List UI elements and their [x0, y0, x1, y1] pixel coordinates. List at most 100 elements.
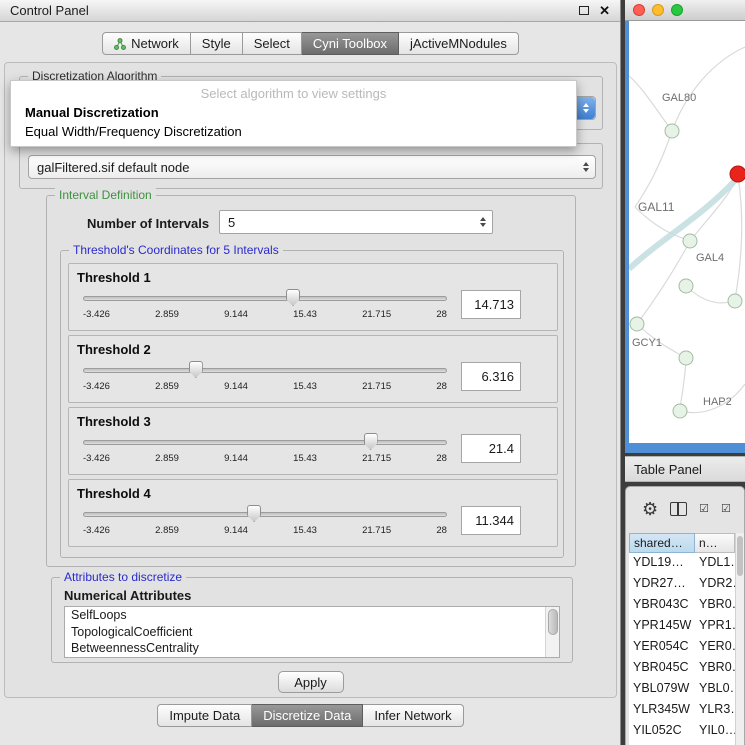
scrollbar-thumb[interactable] — [737, 536, 743, 576]
select-all-checkbox-icon[interactable]: ☑ — [699, 504, 709, 515]
cell[interactable]: YER0… — [695, 637, 735, 658]
column-header-name[interactable]: n… — [695, 533, 735, 553]
number-of-intervals-spinner[interactable]: 5 — [219, 210, 493, 234]
zoom-traffic-light[interactable] — [671, 4, 683, 16]
network-node[interactable] — [683, 234, 697, 248]
scrollbar-thumb[interactable] — [548, 609, 558, 635]
cell[interactable]: YBL079W — [629, 679, 695, 700]
gear-icon[interactable]: ⚙ — [642, 500, 658, 518]
network-node[interactable] — [630, 317, 644, 331]
threshold-4-slider[interactable]: -3.4262.8599.14415.4321.71528 — [83, 502, 447, 538]
cell[interactable]: YDR2… — [695, 574, 735, 595]
tick-label: 2.859 — [155, 453, 179, 464]
column-header-shared-name[interactable]: shared… — [629, 533, 695, 553]
cell[interactable]: YBR045C — [629, 658, 695, 679]
selected-network-node[interactable] — [730, 166, 745, 182]
slider-thumb[interactable] — [189, 361, 203, 378]
tab-network[interactable]: Network — [102, 32, 191, 55]
threshold-4-value[interactable]: 11.344 — [461, 506, 521, 535]
tick-label: 28 — [436, 453, 447, 464]
threshold-3-panel: Threshold 3 -3.4262.8599.14415.4321.7152… — [68, 407, 558, 475]
bottom-tab-bar: Impute Data Discretize Data Infer Networ… — [0, 704, 621, 727]
table-row[interactable]: YDL19…YDL1… — [629, 553, 735, 574]
combo-arrows-icon[interactable] — [577, 97, 595, 119]
combo-arrows-icon[interactable] — [577, 156, 595, 178]
slider-thumb[interactable] — [247, 505, 261, 522]
cell[interactable]: YPR1… — [695, 616, 735, 637]
cell[interactable]: YDR27… — [629, 574, 695, 595]
table-data-group: Table Data galFiltered.sif default node — [19, 143, 603, 189]
table-row[interactable]: YDR27…YDR2… — [629, 574, 735, 595]
cell[interactable]: YIL0… — [695, 721, 735, 742]
table-row[interactable]: YBR045CYBR0… — [629, 658, 735, 679]
cell[interactable]: YBR0… — [695, 595, 735, 616]
threshold-2-label: Threshold 2 — [77, 342, 549, 357]
minimize-traffic-light[interactable] — [652, 4, 664, 16]
slider-tick-labels: -3.4262.8599.14415.4321.71528 — [83, 453, 447, 464]
cell[interactable]: YBR0… — [695, 658, 735, 679]
table-panel-header: Table Panel — [625, 456, 745, 482]
tab-cyni-toolbox[interactable]: Cyni Toolbox — [302, 32, 399, 55]
attributes-list[interactable]: SelfLoops TopologicalCoefficient Between… — [64, 606, 560, 658]
network-node[interactable] — [665, 124, 679, 138]
cell[interactable]: YDL1… — [695, 553, 735, 574]
network-node[interactable] — [673, 404, 687, 418]
threshold-1-slider[interactable]: -3.4262.8599.14415.4321.71528 — [83, 286, 447, 322]
network-node[interactable] — [679, 279, 693, 293]
spinner-arrows-icon[interactable] — [474, 211, 492, 233]
threshold-2-slider[interactable]: -3.4262.8599.14415.4321.71528 — [83, 358, 447, 394]
tab-jactivemodules[interactable]: jActiveMNodules — [399, 32, 519, 55]
threshold-1-value[interactable]: 14.713 — [461, 290, 521, 319]
slider-thumb[interactable] — [364, 433, 378, 450]
close-traffic-light[interactable] — [633, 4, 645, 16]
tick-label: 9.144 — [224, 309, 248, 320]
float-window-icon[interactable] — [579, 6, 589, 15]
list-item[interactable]: TopologicalCoefficient — [65, 624, 559, 641]
table-row[interactable]: YIL052CYIL0… — [629, 721, 735, 742]
highlighted-edge[interactable] — [629, 169, 745, 269]
list-item[interactable]: BetweennessCentrality — [65, 640, 559, 657]
cell[interactable]: YER054C — [629, 637, 695, 658]
network-window-titlebar — [625, 0, 745, 21]
table-row[interactable]: YLR345WYLR3… — [629, 700, 735, 721]
window-title: Control Panel — [10, 3, 579, 18]
threshold-3-value[interactable]: 21.4 — [461, 434, 521, 463]
cell[interactable]: YLR3… — [695, 700, 735, 721]
cell[interactable]: YDL19… — [629, 553, 695, 574]
cell[interactable]: YBL0… — [695, 679, 735, 700]
list-item[interactable]: SelfLoops — [65, 607, 559, 624]
threshold-2-value[interactable]: 6.316 — [461, 362, 521, 391]
close-icon[interactable]: ✕ — [599, 4, 610, 17]
dropdown-option-manual[interactable]: Manual Discretization — [11, 103, 576, 122]
columns-icon[interactable] — [670, 502, 687, 516]
apply-button[interactable]: Apply — [278, 671, 344, 693]
slider-thumb[interactable] — [286, 289, 300, 306]
dropdown-hint: Select algorithm to view settings — [11, 84, 576, 103]
table-scrollbar[interactable] — [735, 533, 744, 745]
number-of-intervals-value: 5 — [220, 215, 474, 230]
tab-discretize-data[interactable]: Discretize Data — [252, 704, 363, 727]
network-node[interactable] — [728, 294, 742, 308]
table-data-combobox[interactable]: galFiltered.sif default node — [28, 155, 596, 179]
tab-infer-network[interactable]: Infer Network — [363, 704, 463, 727]
table-row[interactable]: YER054CYER0… — [629, 637, 735, 658]
network-node[interactable] — [679, 351, 693, 365]
network-canvas[interactable]: GAL80 GAL11 GAL4 GCY1 HAP2 — [629, 21, 745, 443]
slider-tick-labels: -3.4262.8599.14415.4321.71528 — [83, 381, 447, 392]
table-row[interactable]: YBL079WYBL0… — [629, 679, 735, 700]
list-scrollbar[interactable] — [545, 607, 559, 657]
tab-style[interactable]: Style — [191, 32, 243, 55]
dropdown-option-equal-width[interactable]: Equal Width/Frequency Discretization — [11, 122, 576, 141]
cell[interactable]: YIL052C — [629, 721, 695, 742]
table-row[interactable]: YPR145WYPR1… — [629, 616, 735, 637]
threshold-1-panel: Threshold 1 -3.4262.8599.14415.4321.7152… — [68, 263, 558, 331]
cell[interactable]: YPR145W — [629, 616, 695, 637]
cell[interactable]: YBR043C — [629, 595, 695, 616]
tab-select[interactable]: Select — [243, 32, 302, 55]
cell[interactable]: YLR345W — [629, 700, 695, 721]
table-row[interactable]: YBR043CYBR0… — [629, 595, 735, 616]
threshold-3-slider[interactable]: -3.4262.8599.14415.4321.71528 — [83, 430, 447, 466]
select-none-checkbox-icon[interactable]: ☑ — [721, 504, 731, 515]
tab-select-label: Select — [254, 36, 290, 51]
tab-impute-data[interactable]: Impute Data — [157, 704, 252, 727]
